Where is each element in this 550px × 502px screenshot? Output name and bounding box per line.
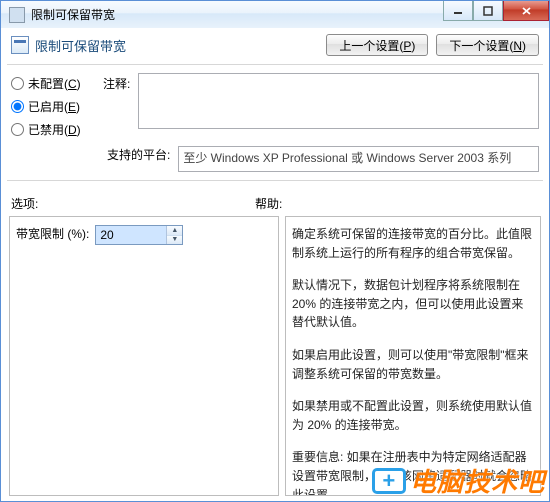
next-suffix: ): [522, 39, 526, 53]
radio-disabled-input[interactable]: [11, 123, 24, 136]
window-titlebar: 限制可保留带宽: [1, 0, 549, 28]
comment-textarea[interactable]: [138, 73, 539, 129]
minimize-button[interactable]: [443, 1, 473, 21]
policy-icon: [11, 36, 29, 54]
spinner-down-icon[interactable]: ▼: [167, 236, 182, 245]
divider-2: [7, 180, 543, 181]
spinner-up-icon[interactable]: ▲: [167, 226, 182, 236]
bandwidth-limit-label: 带宽限制 (%):: [16, 225, 89, 242]
radio-disabled-ak: D: [68, 123, 77, 137]
help-text: 如果启用此设置，则可以使用"带宽限制"框来调整系统可保留的带宽数量。: [292, 346, 534, 383]
state-radio-group: 未配置(C) 已启用(E) 已禁用(D): [11, 73, 91, 138]
platform-label: 支持的平台:: [107, 146, 170, 163]
radio-enabled-input[interactable]: [11, 100, 24, 113]
next-ak: N: [513, 39, 522, 53]
window-title: 限制可保留带宽: [31, 6, 115, 23]
help-label: 帮助:: [255, 195, 282, 212]
prev-suffix: ): [411, 39, 415, 53]
bandwidth-limit-input[interactable]: [96, 226, 166, 244]
help-panel[interactable]: 确定系统可保留的连接带宽的百分比。此值限制系统上运行的所有程序的组合带宽保留。 …: [285, 216, 541, 496]
options-panel: 带宽限制 (%): ▲ ▼: [9, 216, 279, 496]
bandwidth-limit-spinner[interactable]: ▲ ▼: [95, 225, 183, 245]
help-text: 重要信息: 如果在注册表中为特定网络适配器设置带宽限制，配置该网络适配器时就会忽…: [292, 448, 534, 496]
radio-unconfigured-label: 未配置(: [28, 77, 68, 91]
divider: [7, 64, 543, 65]
help-text: 默认情况下，数据包计划程序将系统限制在 20% 的连接带宽之内，但可以使用此设置…: [292, 276, 534, 332]
options-label: 选项:: [11, 195, 255, 212]
radio-unconfigured-suffix: ): [77, 77, 81, 91]
help-text: 如果禁用或不配置此设置，则系统使用默认值为 20% 的连接带宽。: [292, 397, 534, 434]
next-setting-button[interactable]: 下一个设置(N): [436, 34, 539, 56]
radio-enabled-ak: E: [68, 100, 76, 114]
platform-value: 至少 Windows XP Professional 或 Windows Ser…: [178, 146, 539, 172]
radio-enabled-label: 已启用(: [28, 100, 68, 114]
maximize-button[interactable]: [473, 1, 503, 21]
radio-enabled[interactable]: 已启用(E): [11, 98, 91, 115]
prev-setting-button[interactable]: 上一个设置(P): [326, 34, 428, 56]
prev-label: 上一个设置(: [339, 39, 403, 53]
comment-label: 注释:: [103, 73, 130, 92]
help-text: 确定系统可保留的连接带宽的百分比。此值限制系统上运行的所有程序的组合带宽保留。: [292, 225, 534, 262]
radio-disabled-label: 已禁用(: [28, 123, 68, 137]
radio-enabled-suffix: ): [76, 100, 80, 114]
radio-unconfigured-input[interactable]: [11, 77, 24, 90]
window-controls: [443, 1, 549, 21]
next-label: 下一个设置(: [449, 39, 513, 53]
radio-disabled-suffix: ): [77, 123, 81, 137]
close-button[interactable]: [503, 1, 549, 21]
radio-unconfigured[interactable]: 未配置(C): [11, 75, 91, 92]
radio-disabled[interactable]: 已禁用(D): [11, 121, 91, 138]
policy-header: 限制可保留带宽 上一个设置(P) 下一个设置(N): [7, 28, 543, 62]
radio-unconfigured-ak: C: [68, 77, 77, 91]
app-icon: [9, 7, 25, 23]
policy-title: 限制可保留带宽: [35, 36, 126, 55]
